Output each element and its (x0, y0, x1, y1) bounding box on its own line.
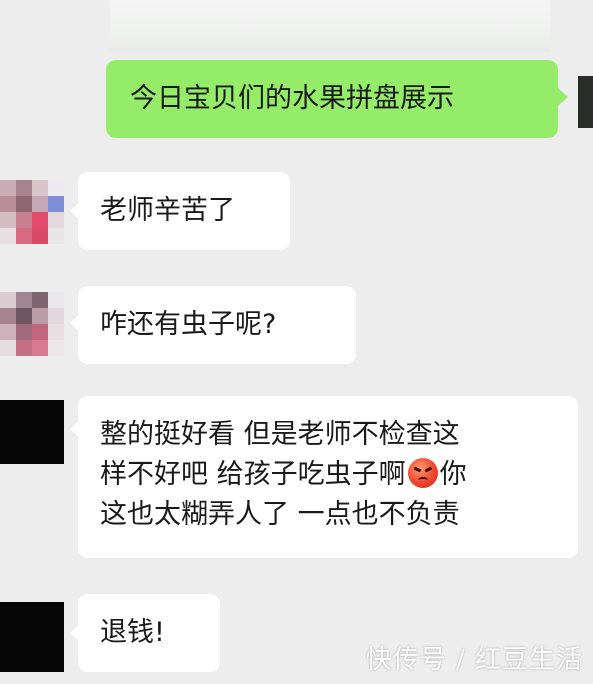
message-bubble-outgoing[interactable]: 今日宝贝们的水果拼盘展示 (106, 60, 558, 138)
angry-face-emoji-icon (407, 458, 438, 488)
message-bubble-incoming[interactable]: 咋还有虫子呢? (78, 286, 356, 364)
message-text: 今日宝贝们的水果拼盘展示 (130, 83, 454, 114)
avatar-blurred[interactable] (0, 292, 64, 356)
watermark: 快传号 / 红豆生活 (365, 645, 583, 675)
bubble-tail (558, 88, 568, 106)
message-line: 样不好吧 给孩子吃虫子啊你 (100, 458, 467, 490)
shared-image-partial[interactable] (110, 0, 550, 52)
message-bubble-incoming[interactable]: 老师辛苦了 (78, 172, 290, 250)
chat-window: 今日宝贝们的水果拼盘展示 老师辛苦了 咋还有虫子呢? 整的挺好看 但是老师不检查… (0, 0, 593, 684)
message-text: 老师辛苦了 (100, 195, 235, 226)
message-line: 整的挺好看 但是老师不检查这 (100, 419, 460, 450)
message-line: 这也太糊弄人了 一点也不负责 (100, 499, 460, 530)
message-text: 退钱! (100, 617, 165, 648)
message-bubble-incoming[interactable]: 退钱! (78, 594, 220, 672)
avatar-hidden[interactable] (0, 400, 64, 464)
avatar-self[interactable] (578, 76, 593, 128)
message-text: 咋还有虫子呢? (100, 309, 277, 340)
avatar-blurred[interactable] (0, 180, 64, 244)
avatar-hidden[interactable] (0, 602, 64, 672)
message-bubble-incoming[interactable]: 整的挺好看 但是老师不检查这 样不好吧 给孩子吃虫子啊你 这也太糊弄人了 一点也… (78, 396, 578, 558)
